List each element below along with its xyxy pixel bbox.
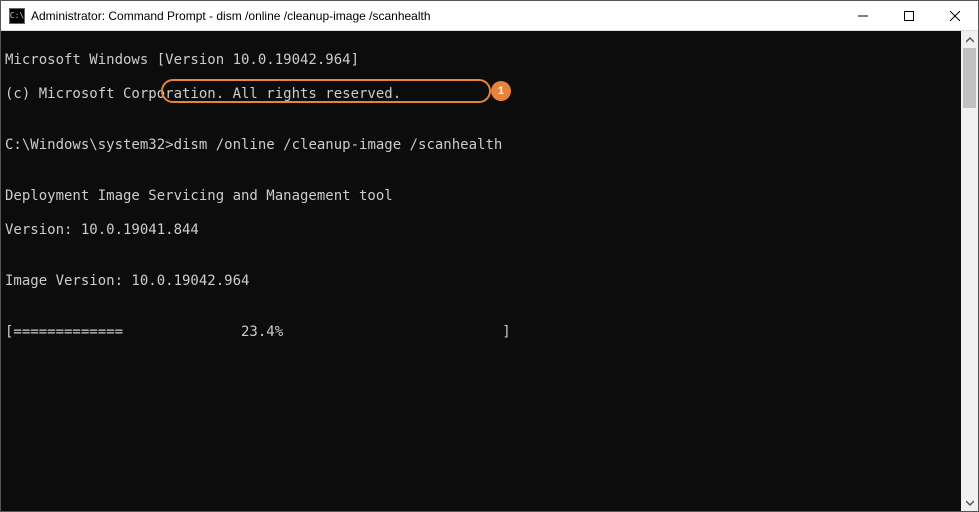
output-line: Version: 10.0.19041.844 bbox=[5, 222, 957, 239]
titlebar[interactable]: C:\ Administrator: Command Prompt - dism… bbox=[1, 1, 978, 31]
vertical-scrollbar[interactable] bbox=[961, 31, 978, 511]
maximize-button[interactable] bbox=[886, 1, 932, 30]
terminal-output[interactable]: Microsoft Windows [Version 10.0.19042.96… bbox=[1, 31, 961, 511]
chevron-down-icon bbox=[966, 499, 974, 507]
entered-command: dism /online /cleanup-image /scanhealth bbox=[174, 137, 503, 153]
maximize-icon bbox=[904, 11, 914, 21]
command-prompt-window: C:\ Administrator: Command Prompt - dism… bbox=[0, 0, 979, 512]
output-line: (c) Microsoft Corporation. All rights re… bbox=[5, 86, 957, 103]
scroll-up-button[interactable] bbox=[961, 31, 978, 48]
cmd-icon: C:\ bbox=[9, 8, 25, 24]
close-icon bbox=[950, 11, 960, 21]
progress-line: [============= 23.4% ] bbox=[5, 324, 957, 341]
output-line: Image Version: 10.0.19042.964 bbox=[5, 273, 957, 290]
prompt-line: C:\Windows\system32>dism /online /cleanu… bbox=[5, 137, 957, 154]
scroll-down-button[interactable] bbox=[961, 494, 978, 511]
titlebar-controls bbox=[840, 1, 978, 30]
chevron-up-icon bbox=[966, 36, 974, 44]
window-title: Administrator: Command Prompt - dism /on… bbox=[31, 9, 431, 23]
scroll-thumb[interactable] bbox=[963, 48, 976, 108]
output-line: Deployment Image Servicing and Managemen… bbox=[5, 188, 957, 205]
minimize-button[interactable] bbox=[840, 1, 886, 30]
prompt-prefix: C:\Windows\system32> bbox=[5, 137, 174, 153]
minimize-icon bbox=[858, 11, 868, 21]
close-button[interactable] bbox=[932, 1, 978, 30]
scroll-track[interactable] bbox=[961, 48, 978, 494]
output-line: Microsoft Windows [Version 10.0.19042.96… bbox=[5, 52, 957, 69]
client-area: Microsoft Windows [Version 10.0.19042.96… bbox=[1, 31, 978, 511]
